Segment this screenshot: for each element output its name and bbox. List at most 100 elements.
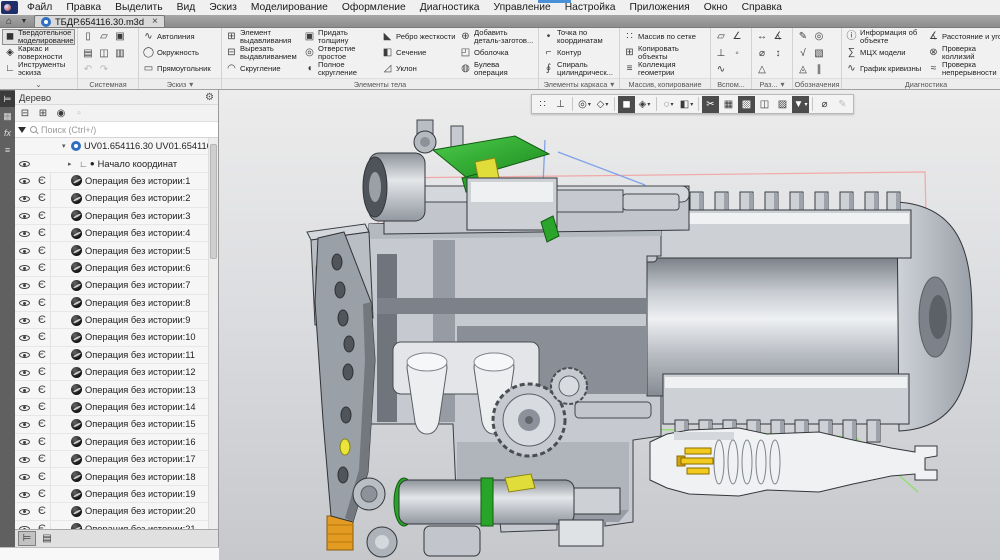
- section-mark-icon[interactable]: Є: [34, 225, 51, 241]
- eye-icon[interactable]: [19, 210, 30, 221]
- tree-operation-item[interactable]: ЄОперация без истории:12: [15, 364, 208, 381]
- menu-Окно[interactable]: Окно: [697, 2, 735, 13]
- search-input[interactable]: Поиск (Ctrl+/): [41, 125, 96, 135]
- print[interactable]: ▤: [80, 46, 96, 61]
- tree-operation-item[interactable]: ЄОперация без истории:20: [15, 503, 208, 520]
- hide-objects[interactable]: ◌▾: [660, 96, 677, 113]
- open-document[interactable]: ▱: [96, 29, 112, 44]
- aux-local-cs[interactable]: ⊥: [713, 46, 729, 61]
- eye-icon[interactable]: [19, 454, 30, 465]
- lever-arm[interactable]: [307, 224, 375, 522]
- tree-operation-item[interactable]: ЄОперация без истории:21: [15, 521, 208, 529]
- chevron-down-icon[interactable]: ▾: [804, 101, 807, 108]
- expander-icon[interactable]: ▾: [62, 142, 71, 150]
- eye-icon[interactable]: [19, 506, 30, 517]
- ribbon-collapse-button[interactable]: ⌄: [0, 78, 77, 89]
- eye-icon[interactable]: [19, 384, 30, 395]
- parameters-panel-tab[interactable]: ▦: [0, 108, 15, 124]
- menu-Оформление[interactable]: Оформление: [335, 2, 413, 13]
- eye-icon[interactable]: [19, 262, 30, 273]
- geometry-collection-button[interactable]: ≡Коллекция геометрии: [622, 61, 708, 77]
- tree-tab[interactable]: ⊨: [18, 531, 36, 546]
- tab-list-dropdown[interactable]: ▼: [18, 15, 30, 27]
- section-mark-icon[interactable]: Є: [34, 521, 51, 529]
- section-mark-icon[interactable]: Є: [34, 399, 51, 415]
- eye-icon[interactable]: [19, 297, 30, 308]
- close-tab-icon[interactable]: ×: [152, 16, 158, 27]
- eye-icon[interactable]: [19, 419, 30, 430]
- distance-angle-button[interactable]: ∡Расстояние и угол: [926, 29, 1000, 45]
- filter-objects[interactable]: ▼▾: [792, 96, 809, 113]
- cylindrical-spiral-button[interactable]: ∮Спираль цилиндрическ...: [541, 61, 617, 77]
- eye-icon[interactable]: [19, 280, 30, 291]
- document-tab[interactable]: ТБДР.654116.30.m3d ×: [34, 15, 165, 27]
- tree-origin-node[interactable]: ▸∟●Начало координат: [15, 155, 208, 172]
- contour-button[interactable]: ⌐Контур: [541, 45, 617, 61]
- eye-icon[interactable]: [19, 367, 30, 378]
- scrollbar-thumb[interactable]: [210, 144, 217, 259]
- mode-wireframe-surfaces[interactable]: ◈Каркас и поверхности: [2, 45, 75, 61]
- menu-Настройка[interactable]: Настройка: [558, 2, 623, 13]
- chevron-down-icon[interactable]: ▾: [605, 101, 608, 108]
- menu-Управление[interactable]: Управление: [486, 2, 557, 13]
- designation-datum[interactable]: ◎: [811, 29, 827, 44]
- menu-Эскиз[interactable]: Эскиз: [202, 2, 244, 13]
- section-mark-icon[interactable]: Є: [34, 277, 51, 293]
- structure-tab[interactable]: ▤: [38, 531, 56, 546]
- extrude-button[interactable]: ⊞Элемент выдавливания: [224, 29, 302, 45]
- tree-composition-view[interactable]: ⊞: [35, 106, 51, 120]
- eye-icon[interactable]: [19, 193, 30, 204]
- section-mark-icon[interactable]: Є: [34, 451, 51, 467]
- section-mark-icon[interactable]: Є: [34, 242, 51, 258]
- tree-operation-item[interactable]: ЄОперация без истории:3: [15, 208, 208, 225]
- cut-extrude-button[interactable]: ⊟Вырезать выдавливанием: [224, 45, 302, 61]
- section-mark-icon[interactable]: Є: [34, 190, 51, 206]
- eye-icon[interactable]: [19, 175, 30, 186]
- circle-button[interactable]: ◯Окружность: [141, 45, 219, 61]
- add-stock-part-button[interactable]: ⊕Добавить деталь-заготов...: [458, 29, 536, 45]
- copy-objects-button[interactable]: ⊞Копировать объекты: [622, 45, 708, 61]
- chevron-down-icon[interactable]: ▾: [588, 101, 591, 108]
- section-mark-icon[interactable]: Є: [34, 416, 51, 432]
- dimension-linear[interactable]: ↔: [754, 29, 770, 44]
- menu-Выделить[interactable]: Выделить: [108, 2, 170, 13]
- tree-operation-item[interactable]: ЄОперация без истории:14: [15, 399, 208, 416]
- tree-root-node[interactable]: ▾UV01.654116.30 UV01.654116.30 (Тел-64: [15, 138, 208, 155]
- tree-search-bar[interactable]: Поиск (Ctrl+/): [15, 122, 218, 138]
- connector-plug[interactable]: [650, 428, 937, 496]
- section-mark-icon[interactable]: Є: [34, 260, 51, 276]
- tree-operation-item[interactable]: ЄОперация без истории:15: [15, 416, 208, 433]
- home-button[interactable]: ⌂: [0, 15, 18, 27]
- orientation-tools[interactable]: ◇▾: [594, 96, 611, 113]
- tree-operation-item[interactable]: ЄОперация без истории:19: [15, 486, 208, 503]
- toolbar-drag-handle[interactable]: ∷: [534, 96, 551, 113]
- viewport-3d[interactable]: ∷⊥◎▾◇▾◼◈▾◌▾◧▾✂▦▩◫▨▼▾⌀✎: [219, 90, 1000, 560]
- mode-sketch-tools[interactable]: ∟Инструменты эскиза: [2, 61, 75, 77]
- designation-roughness[interactable]: √: [795, 46, 811, 61]
- aux-point[interactable]: ◦: [729, 46, 745, 61]
- point-by-coordinates-button[interactable]: •Точка по координатам: [541, 29, 617, 45]
- continuity-check-button[interactable]: ≈Проверка непрерывности: [926, 61, 1000, 77]
- tree-operation-item[interactable]: ЄОперация без истории:2: [15, 190, 208, 207]
- section-mark-icon[interactable]: Є: [34, 381, 51, 397]
- eye-icon[interactable]: [19, 471, 30, 482]
- chevron-down-icon[interactable]: ▾: [647, 101, 650, 108]
- grid-array-button[interactable]: ∷Массив по сетке: [622, 29, 708, 45]
- simple-hole-button[interactable]: ◎Отверстие простое: [302, 45, 380, 61]
- eye-icon[interactable]: [19, 228, 30, 239]
- zoom-tools[interactable]: ◎▾: [576, 96, 593, 113]
- filter-funnel-icon[interactable]: [18, 127, 26, 133]
- rectangle-button[interactable]: ▭Прямоугольник: [141, 61, 219, 77]
- menu-Диагностика[interactable]: Диагностика: [413, 2, 487, 13]
- rib-button[interactable]: ◣Ребро жесткости: [380, 29, 458, 45]
- section-mark-icon[interactable]: Є: [34, 347, 51, 363]
- simplified-display[interactable]: ▩: [738, 96, 755, 113]
- tree-operation-item[interactable]: ЄОперация без истории:18: [15, 468, 208, 485]
- tree-operation-item[interactable]: ЄОперация без истории:5: [15, 242, 208, 259]
- menu-Справка[interactable]: Справка: [735, 2, 789, 13]
- menu-Приложения[interactable]: Приложения: [622, 2, 696, 13]
- section-mark-icon[interactable]: Є: [34, 364, 51, 380]
- chevron-down-icon[interactable]: ▾: [690, 101, 693, 108]
- layers-panel-tab[interactable]: ≡: [0, 142, 15, 158]
- variables-panel-tab[interactable]: fx: [0, 125, 15, 141]
